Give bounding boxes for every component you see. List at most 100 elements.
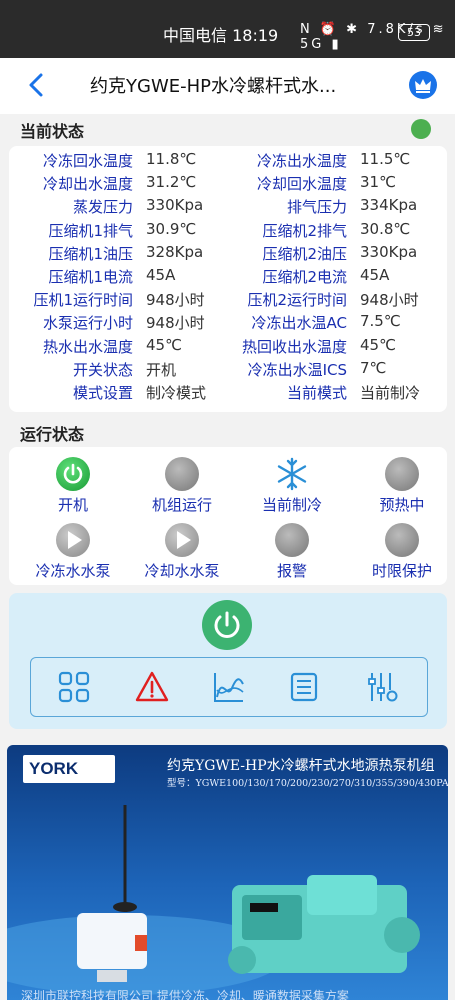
york-logo: YORK — [23, 755, 115, 783]
power-on-icon — [56, 457, 90, 491]
param-value: 30.8℃ — [360, 219, 411, 238]
carrier-time: 中国电信 18:19 — [163, 26, 279, 45]
param-value: 31℃ — [360, 173, 396, 192]
param-row: 开关状态 开机 冷冻出水温ICS 7℃ — [9, 359, 447, 382]
param-label: 压缩机1油压 — [48, 244, 133, 263]
param-label: 冷冻回水温度 — [42, 152, 133, 170]
run-status-item: 冷冻水水泵 — [18, 523, 128, 581]
run-status-label: 机组运行 — [151, 496, 212, 514]
snowflake-icon — [275, 457, 309, 491]
param-row: 蒸发压力 330Kpa 排气压力 334Kpa — [9, 196, 447, 219]
param-row: 压缩机1排气 30.9℃ 压缩机2排气 30.8℃ — [9, 220, 447, 243]
online-status-dot — [411, 119, 431, 139]
status-indicators: N ⏰ ✱ 7.8K/s ≋ 5G ▮ — [300, 22, 447, 52]
run-status-label: 开机 — [57, 496, 88, 514]
param-row: 热水出水温度 45℃ 热回收出水温度 45℃ — [9, 336, 447, 359]
back-arrow-icon[interactable] — [22, 70, 52, 100]
param-label: 冷冻出水温度 — [256, 152, 347, 170]
battery-icon: 53 — [398, 24, 430, 41]
pump-play-icon — [165, 523, 199, 557]
param-label: 蒸发压力 — [72, 198, 133, 217]
param-label: 模式设置 — [72, 384, 133, 402]
run-status-item: 时限保护 — [347, 523, 455, 581]
chart-icon[interactable] — [212, 670, 246, 704]
param-label: 压缩机2电流 — [262, 268, 347, 286]
param-value: 当前制冷 — [360, 384, 421, 402]
crown-icon[interactable] — [409, 71, 437, 99]
param-value: 11.8℃ — [146, 150, 197, 168]
power-button[interactable] — [202, 600, 252, 650]
param-label: 开关状态 — [72, 360, 133, 379]
param-value: 948小时 — [146, 314, 205, 333]
run-status-item: 当前制冷 — [237, 457, 347, 515]
run-status-item: 开机 — [18, 457, 128, 515]
param-label: 水泵运行小时 — [42, 314, 133, 333]
run-status-item: 冷却水水泵 — [127, 523, 237, 581]
run-status-label: 报警 — [276, 562, 307, 580]
param-value: 31.2℃ — [146, 173, 197, 192]
param-label: 压缩机1排气 — [48, 221, 133, 240]
param-value: 330Kpa — [146, 196, 204, 215]
param-label: 冷却出水温度 — [42, 175, 133, 194]
param-label: 冷冻出水温ICS — [247, 360, 347, 379]
settings-sliders-icon[interactable] — [365, 670, 399, 704]
param-label: 冷却回水温度 — [256, 175, 347, 194]
param-value: 制冷模式 — [146, 384, 207, 402]
gray-indicator-icon — [165, 457, 199, 491]
run-status-label: 预热中 — [379, 496, 425, 514]
gray-indicator-icon — [385, 523, 419, 557]
param-label: 压缩机2排气 — [262, 221, 347, 240]
top-nav-bar: 约克YGWE-HP水冷螺杆式水... — [0, 58, 455, 114]
warning-icon[interactable] — [135, 670, 169, 704]
banner-title: 约克YGWE-HP水冷螺杆式水地源热泵机组 — [167, 758, 435, 774]
product-illustration — [7, 805, 420, 995]
run-status-label: 时限保护 — [371, 562, 432, 580]
param-value: 328Kpa — [146, 242, 204, 261]
param-row: 水泵运行小时 948小时 冷冻出水温AC 7.5℃ — [9, 312, 447, 335]
product-banner-image: YORK 约克YGWE-HP水冷螺杆式水地源热泵机组 型号：YGWE100/13… — [7, 745, 448, 1000]
param-value: 334Kpa — [360, 196, 418, 215]
grid-icon[interactable] — [57, 670, 91, 704]
param-label: 压机1运行时间 — [33, 291, 133, 310]
param-label: 压机2运行时间 — [247, 291, 347, 310]
param-label: 热水出水温度 — [42, 337, 133, 356]
param-label: 压缩机2油压 — [262, 244, 347, 263]
param-row: 压机1运行时间 948小时 压机2运行时间 948小时 — [9, 289, 447, 312]
param-value: 11.5℃ — [360, 150, 411, 168]
param-value: 948小时 — [146, 291, 205, 310]
pump-play-icon — [56, 523, 90, 557]
run-status-heading: 运行状态 — [20, 425, 85, 444]
banner-model: 型号：YGWE100/130/170/200/230/270/310/355/3… — [167, 778, 448, 789]
param-row: 冷却出水温度 31.2℃ 冷却回水温度 31℃ — [9, 173, 447, 196]
param-value: 45A — [146, 266, 176, 284]
run-status-card: 开机 机组运行 当前制冷 预热中冷冻水水泵 冷却水水泵 报警 时限保护 — [9, 447, 447, 585]
run-status-label: 冷冻水水泵 — [35, 562, 111, 580]
gray-indicator-icon — [275, 523, 309, 557]
param-label: 当前模式 — [286, 384, 347, 402]
param-value: 45℃ — [146, 335, 182, 354]
param-value: 330Kpa — [360, 242, 418, 261]
banner-footer: 深圳市联控科技有限公司 提供冷冻、冷却、暖通数据采集方案 — [21, 989, 349, 1000]
function-toolbar — [30, 657, 428, 717]
gray-indicator-icon — [385, 457, 419, 491]
system-status-bar: 中国电信 18:19 N ⏰ ✱ 7.8K/s ≋ 5G ▮ 53 — [0, 0, 455, 58]
param-row: 冷冻回水温度 11.8℃ 冷冻出水温度 11.5℃ — [9, 150, 447, 173]
param-value: 7℃ — [360, 358, 387, 377]
run-status-item: 预热中 — [347, 457, 455, 515]
param-value: 7.5℃ — [360, 312, 401, 331]
param-label: 热回收出水温度 — [241, 337, 347, 356]
current-status-heading: 当前状态 — [20, 122, 85, 141]
param-value: 30.9℃ — [146, 219, 197, 238]
run-status-label: 当前制冷 — [261, 496, 322, 514]
run-status-item: 机组运行 — [127, 457, 237, 515]
param-value: 45A — [360, 266, 390, 284]
param-value: 开机 — [146, 360, 177, 379]
list-icon[interactable] — [287, 670, 321, 704]
param-row: 模式设置 制冷模式 当前模式 当前制冷 — [9, 382, 447, 405]
param-label: 排气压力 — [286, 198, 347, 217]
param-value: 45℃ — [360, 335, 396, 354]
param-row: 压缩机1油压 328Kpa 压缩机2油压 330Kpa — [9, 243, 447, 266]
current-status-card: 冷冻回水温度 11.8℃ 冷冻出水温度 11.5℃ 冷却出水温度 31.2℃ 冷却回水温度 3… — [9, 146, 447, 412]
param-row: 压缩机1电流 45A 压缩机2电流 45A — [9, 266, 447, 289]
param-value: 948小时 — [360, 291, 419, 310]
